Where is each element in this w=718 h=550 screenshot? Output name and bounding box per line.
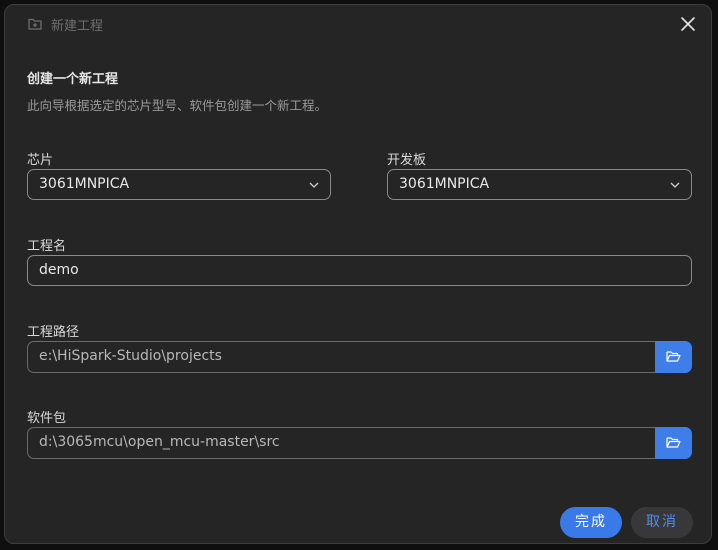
dialog-subtitle: 此向导根据选定的芯片型号、软件包创建一个新工程。 (27, 98, 328, 113)
cancel-button[interactable]: 取消 (631, 507, 693, 538)
chip-select[interactable]: 3061MNPICA (27, 169, 331, 200)
chevron-down-icon (670, 182, 680, 188)
chip-label: 芯片 (27, 153, 54, 168)
sdk-package-value: d:\3065mcu\open_mcu-master\src (39, 434, 280, 450)
new-project-dialog: 新建工程 创建一个新工程 此向导根据选定的芯片型号、软件包创建一个新工程。 芯片… (4, 4, 712, 544)
project-name-value: demo (39, 262, 79, 278)
dialog-heading: 创建一个新工程 (27, 72, 119, 87)
project-path-label: 工程路径 (27, 325, 80, 340)
project-path-input[interactable]: e:\HiSpark-Studio\projects (27, 341, 655, 373)
new-project-icon (27, 16, 43, 32)
sdk-package-label: 软件包 (27, 411, 67, 426)
close-icon (681, 17, 695, 31)
close-button[interactable] (677, 13, 699, 35)
project-path-browse-button[interactable] (655, 341, 692, 373)
project-name-label: 工程名 (27, 239, 67, 254)
dialog-titlebar: 新建工程 (5, 5, 711, 43)
project-name-input[interactable]: demo (27, 255, 692, 286)
project-path-value: e:\HiSpark-Studio\projects (39, 348, 222, 364)
board-label: 开发板 (387, 153, 427, 168)
board-select[interactable]: 3061MNPICA (387, 169, 692, 200)
board-select-value: 3061MNPICA (399, 176, 490, 192)
chevron-down-icon (309, 182, 319, 188)
sdk-package-browse-button[interactable] (655, 427, 692, 459)
folder-open-icon (666, 437, 681, 448)
finish-button[interactable]: 完成 (560, 507, 622, 538)
sdk-package-input[interactable]: d:\3065mcu\open_mcu-master\src (27, 427, 655, 459)
folder-open-icon (666, 351, 681, 362)
chip-select-value: 3061MNPICA (39, 176, 130, 192)
dialog-title: 新建工程 (51, 19, 104, 34)
